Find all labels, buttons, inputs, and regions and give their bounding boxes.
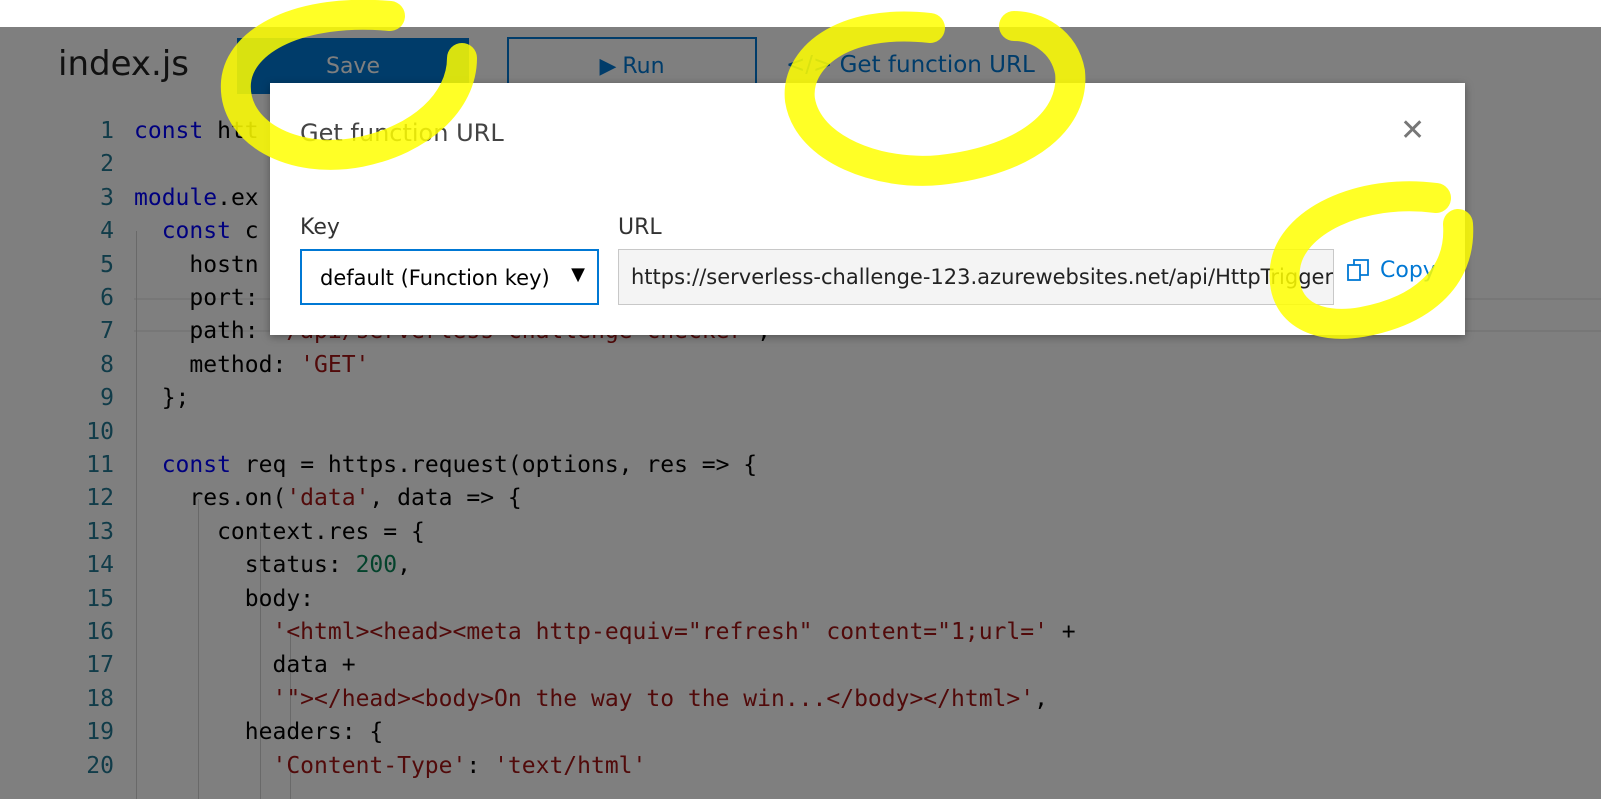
- key-label: Key: [300, 215, 340, 240]
- url-field[interactable]: https://serverless-challenge-123.azurewe…: [618, 249, 1334, 305]
- copy-button[interactable]: Copy: [1346, 250, 1436, 290]
- top-bar: [0, 0, 1601, 27]
- copy-icon: [1347, 259, 1369, 281]
- function-editor-app: index.js Save ▶ Run </> Get function URL…: [0, 0, 1601, 799]
- chevron-down-icon: ▼: [571, 264, 585, 285]
- get-function-url-dialog: Get function URL ✕ Key default (Function…: [270, 83, 1465, 335]
- key-select[interactable]: default (Function key) ▼: [300, 249, 599, 305]
- key-select-value: default (Function key): [320, 266, 550, 290]
- url-field-value: https://serverless-challenge-123.azurewe…: [631, 265, 1334, 289]
- url-label: URL: [618, 215, 662, 240]
- close-icon[interactable]: ✕: [1400, 113, 1425, 148]
- copy-button-label: Copy: [1380, 257, 1436, 283]
- dialog-title: Get function URL: [300, 119, 504, 147]
